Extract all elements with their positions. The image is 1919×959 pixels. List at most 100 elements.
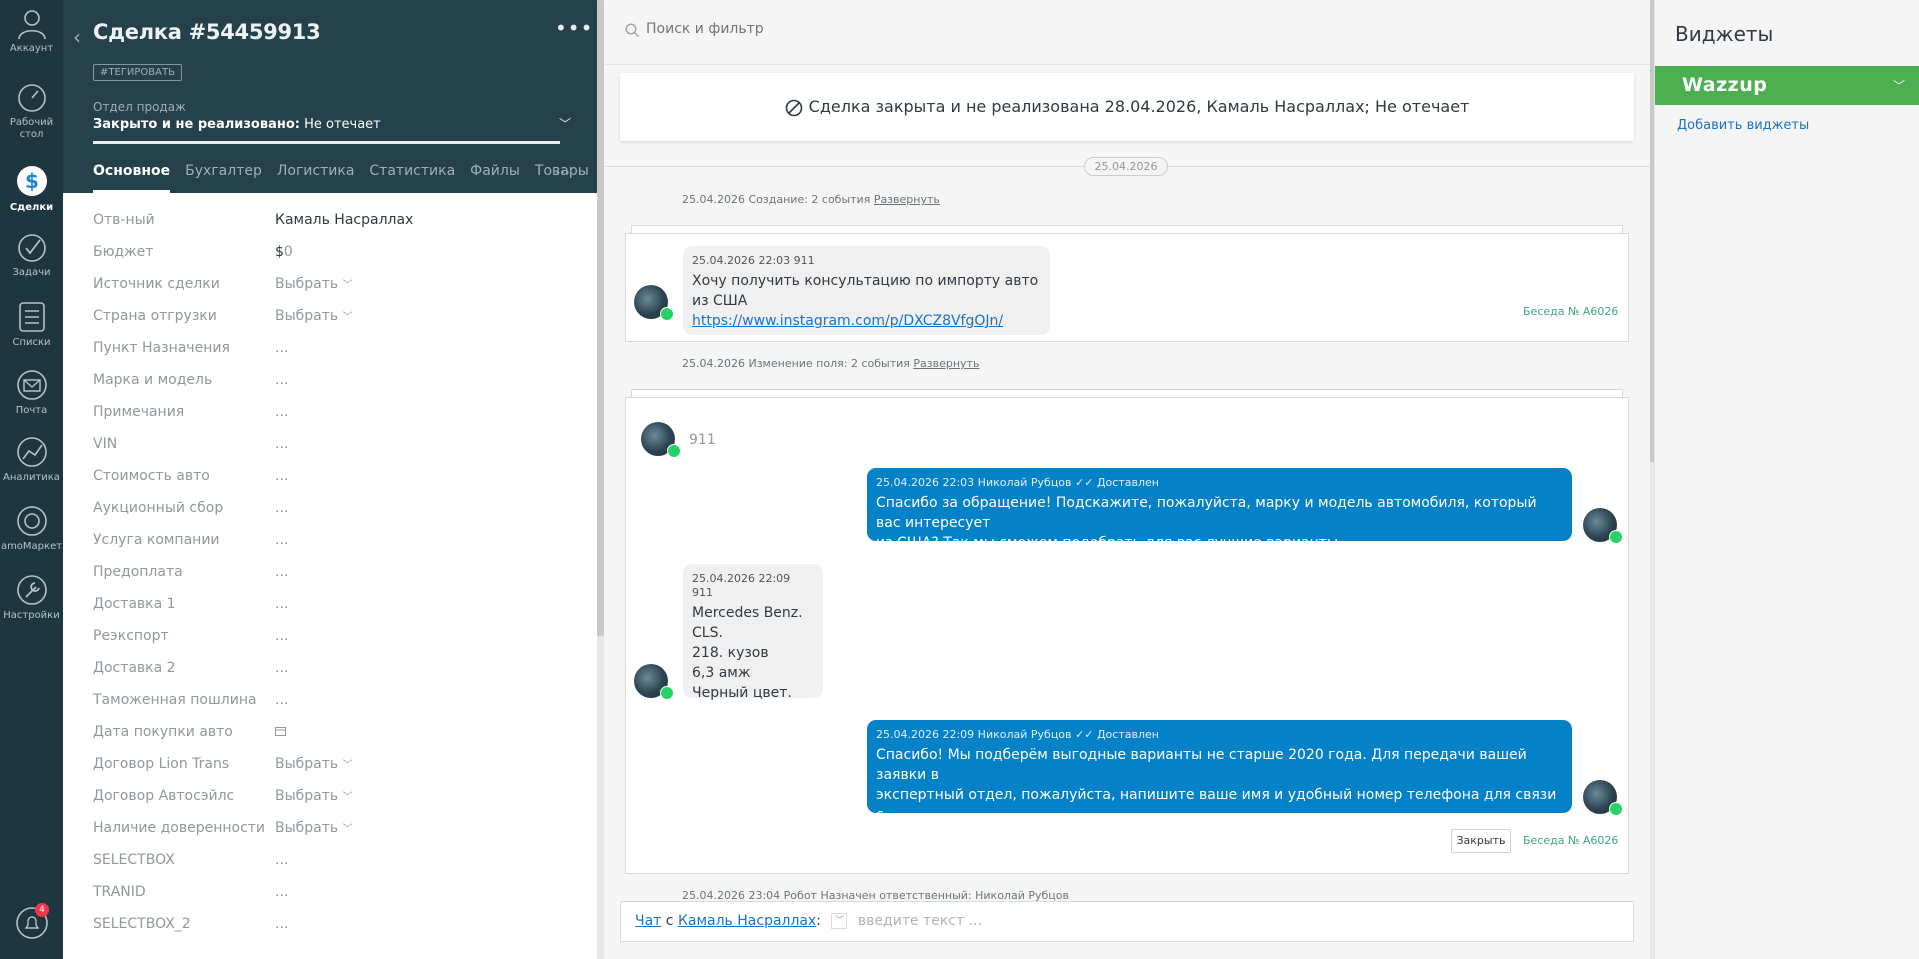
field-value[interactable]: ... xyxy=(275,468,288,484)
search-input[interactable] xyxy=(646,21,1546,37)
activity-feed: Сделка закрыта и не реализована 28.04.20… xyxy=(605,0,1657,959)
field-value[interactable]: ... xyxy=(275,532,288,548)
nav-tasks[interactable]: Задачи xyxy=(0,232,63,279)
tab-statistics[interactable]: Статистика xyxy=(369,163,455,193)
deal-title[interactable]: Сделка #54459913 xyxy=(93,20,321,44)
chat-compose-bar[interactable]: Чат с Камаль Насраллах: ﹀ введите текст … xyxy=(620,901,1634,942)
message-time-author: 25.04.2026 22:03 Николай Рубцов xyxy=(876,476,1072,489)
chevron-down-icon[interactable]: ﹀ xyxy=(831,913,848,929)
tag-button[interactable]: #ТЕГИРОВАТЬ xyxy=(93,64,182,81)
conversation-link[interactable]: Беседа № A6026 xyxy=(1523,834,1618,847)
stacked-note-shadow xyxy=(631,389,1623,397)
field-value[interactable]: ... xyxy=(275,596,288,612)
field-selectbox-2: SELECTBOX_2... xyxy=(93,916,573,938)
field-label: Страна отгрузки xyxy=(93,308,217,324)
message-link[interactable]: https://www.instagram.com/p/DXCZ8VfgOJn/ xyxy=(692,313,1003,329)
tab-main[interactable]: Основное xyxy=(93,163,171,193)
field-value[interactable]: ... xyxy=(275,884,288,900)
widgets-panel: Виджеты Wazzup ﹀ Добавить виджеты xyxy=(1654,0,1919,959)
main-nav: Аккаунт Рабочий стол $ Сделки Задачи Спи… xyxy=(0,0,63,959)
nav-label-tasks: Задачи xyxy=(12,267,51,278)
nav-market[interactable]: amoМаркет xyxy=(0,504,63,553)
nav-label-market: amoМаркет xyxy=(0,541,63,552)
expand-link[interactable]: Развернуть xyxy=(913,357,979,370)
field-value[interactable]: ... xyxy=(275,852,288,868)
tab-logistics[interactable]: Логистика xyxy=(277,163,355,193)
expand-link[interactable]: Развернуть xyxy=(874,193,940,206)
tab-files[interactable]: Файлы xyxy=(470,163,520,193)
field-label: Дата покупки авто xyxy=(93,724,233,740)
deal-closed-banner: Сделка закрыта и не реализована 28.04.20… xyxy=(620,73,1634,141)
field-prepayment: Предоплата... xyxy=(93,564,573,586)
select-value[interactable]: Выбрать ﹀ xyxy=(275,276,353,292)
conversation-link[interactable]: Беседа № A6026 xyxy=(1523,305,1618,318)
select-value[interactable]: Выбрать ﹀ xyxy=(275,788,353,804)
field-value[interactable]: ... xyxy=(275,436,288,452)
select-value[interactable]: Выбрать ﹀ xyxy=(275,308,353,324)
status-progress-bar xyxy=(93,141,560,144)
field-deal-source: Источник сделки Выбрать ﹀ xyxy=(93,276,573,298)
field-value[interactable]: ... xyxy=(275,404,288,420)
market-icon xyxy=(16,506,47,536)
field-value[interactable] xyxy=(275,724,286,740)
nav-dashboard[interactable]: Рабочий стол xyxy=(0,82,63,141)
field-responsible: Отв-ный Камаль Насраллах xyxy=(93,212,573,234)
widgets-title: Виджеты xyxy=(1675,22,1774,46)
field-label: Марка и модель xyxy=(93,372,213,388)
status-label: Закрыто и не реализовано: xyxy=(93,117,300,132)
close-conversation-button[interactable]: Закрыть xyxy=(1451,829,1511,853)
incoming-message: 25.04.2026 22:03 911 Хочу получить консу… xyxy=(683,246,1050,335)
tabs-more-button[interactable]: ··· xyxy=(555,163,570,182)
field-label: Пункт Назначения xyxy=(93,340,230,356)
mail-icon xyxy=(16,370,47,400)
select-value[interactable]: Выбрать ﹀ xyxy=(275,820,353,836)
back-arrow-icon[interactable]: ‹ xyxy=(73,25,81,49)
chat-type-link[interactable]: Чат xyxy=(635,913,661,929)
nav-lists[interactable]: Списки xyxy=(0,300,63,349)
select-value[interactable]: Выбрать ﹀ xyxy=(275,756,353,772)
field-value[interactable]: ... xyxy=(275,916,288,932)
nav-account[interactable]: Аккаунт xyxy=(0,6,63,55)
budget-amount: 0 xyxy=(283,244,293,260)
field-value[interactable]: ... xyxy=(275,660,288,676)
field-delivery-1: Доставка 1... xyxy=(93,596,573,618)
field-label: Доставка 2 xyxy=(93,660,176,676)
field-label: Бюджет xyxy=(93,244,154,260)
nav-notifications[interactable] xyxy=(0,906,63,943)
nav-settings[interactable]: Настройки xyxy=(0,573,63,622)
wazzup-widget-header[interactable]: Wazzup ﹀ xyxy=(1655,66,1919,105)
analytics-icon xyxy=(16,437,47,467)
field-value[interactable]: ... xyxy=(275,564,288,580)
search-icon[interactable] xyxy=(625,23,640,38)
tab-accounting[interactable]: Бухгалтер xyxy=(185,163,262,193)
field-value[interactable]: ... xyxy=(275,692,288,708)
lists-icon xyxy=(18,302,45,332)
nav-analytics[interactable]: Аналитика xyxy=(0,435,63,484)
card-scrollbar[interactable] xyxy=(597,0,604,959)
field-value[interactable]: ... xyxy=(275,628,288,644)
double-check-icon: ✓✓ xyxy=(1075,476,1094,489)
field-value[interactable]: ... xyxy=(275,372,288,388)
nav-mail[interactable]: Почта xyxy=(0,368,63,417)
field-value[interactable]: Камаль Насраллах xyxy=(275,212,413,228)
field-make-model: Марка и модель... xyxy=(93,372,573,394)
status-select[interactable]: Закрыто и не реализовано: Не отечает xyxy=(93,117,381,132)
field-label: Примечания xyxy=(93,404,185,420)
message-text-line: 218. кузов xyxy=(692,645,769,661)
field-value[interactable]: ... xyxy=(275,500,288,516)
card-menu-button[interactable]: ••• xyxy=(555,16,593,40)
chevron-down-icon[interactable]: ﹀ xyxy=(1893,77,1905,94)
event-text: 25.04.2026 Изменение поля: 2 события xyxy=(682,357,910,370)
contact-name[interactable]: 911 xyxy=(689,432,716,448)
chat-input-placeholder[interactable]: введите текст ... xyxy=(858,913,982,929)
card-scrollbar-thumb[interactable] xyxy=(597,0,604,636)
field-value[interactable]: $0 xyxy=(275,244,293,260)
add-widgets-link[interactable]: Добавить виджеты xyxy=(1677,118,1809,133)
whatsapp-icon xyxy=(660,307,674,321)
chat-recipient-link[interactable]: Камаль Насраллах xyxy=(678,913,816,929)
chevron-down-icon[interactable]: ﹀ xyxy=(559,115,571,132)
field-label: Отв-ный xyxy=(93,212,155,228)
search-bar xyxy=(605,0,1650,65)
field-value[interactable]: ... xyxy=(275,340,288,356)
nav-deals[interactable]: $ Сделки xyxy=(0,163,63,214)
